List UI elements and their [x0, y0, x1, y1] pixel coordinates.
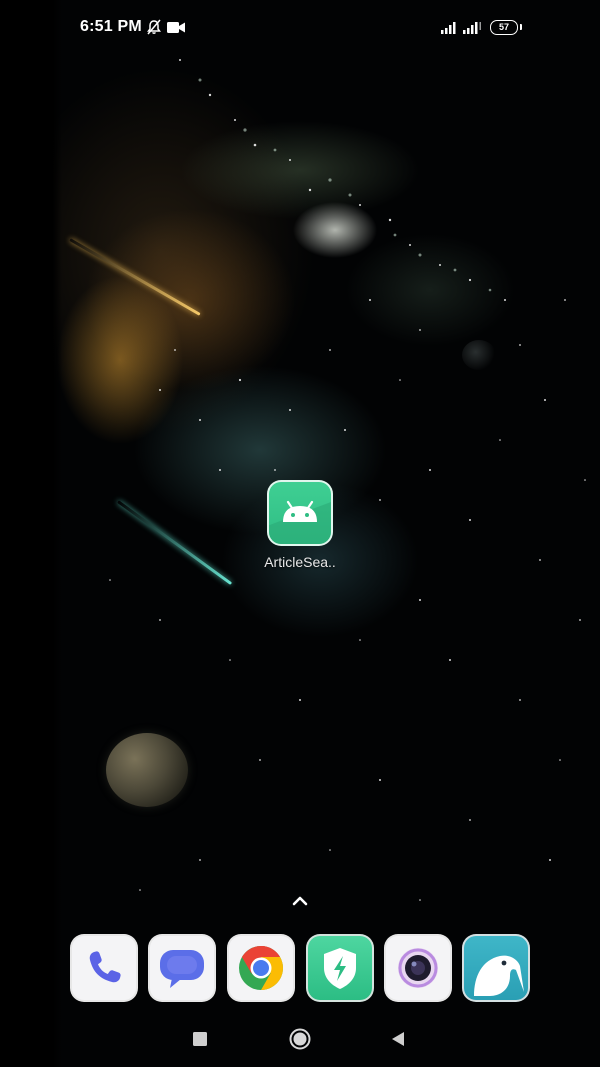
camera-icon	[398, 948, 438, 988]
home-button[interactable]	[288, 1027, 312, 1051]
home-screen: 6:51 PM 57 ArticleSea..	[0, 0, 600, 1067]
clock: 6:51 PM	[80, 18, 142, 35]
wallpaper-shadow	[0, 0, 62, 1067]
security-icon	[324, 948, 356, 989]
signal-icon	[441, 22, 456, 34]
navigation-bar	[0, 1012, 600, 1067]
dock-app-messages[interactable]	[148, 934, 216, 1002]
back-button[interactable]	[390, 1031, 406, 1047]
status-bar: 6:51 PM 57	[0, 0, 600, 56]
chrome-icon	[239, 946, 283, 990]
dock-app-camera[interactable]	[384, 934, 452, 1002]
mute-notifications-icon	[147, 19, 161, 35]
phone-icon	[89, 951, 121, 983]
dock-app-phone[interactable]	[70, 934, 138, 1002]
battery-tip	[520, 24, 522, 30]
messages-icon	[160, 950, 204, 988]
recents-button[interactable]	[193, 1032, 207, 1046]
android-app-icon-tile[interactable]	[267, 480, 333, 546]
distant-moon	[462, 340, 496, 370]
kiwi-browser-icon	[474, 955, 524, 996]
planet	[106, 733, 188, 807]
app-drawer-arrow-icon[interactable]	[288, 893, 312, 909]
dock-app-security[interactable]	[306, 934, 374, 1002]
app-articlesearch[interactable]: ArticleSea..	[253, 480, 347, 570]
dock	[0, 934, 600, 1004]
battery-level: 57	[498, 22, 509, 32]
dock-app-chrome[interactable]	[227, 934, 295, 1002]
android-icon	[269, 500, 331, 544]
app-label[interactable]: ArticleSea..	[253, 554, 347, 570]
battery-icon: 57	[490, 20, 518, 35]
video-recording-icon	[167, 22, 185, 33]
signal-icon	[463, 22, 481, 34]
dock-app-kiwi-browser[interactable]	[462, 934, 530, 1002]
